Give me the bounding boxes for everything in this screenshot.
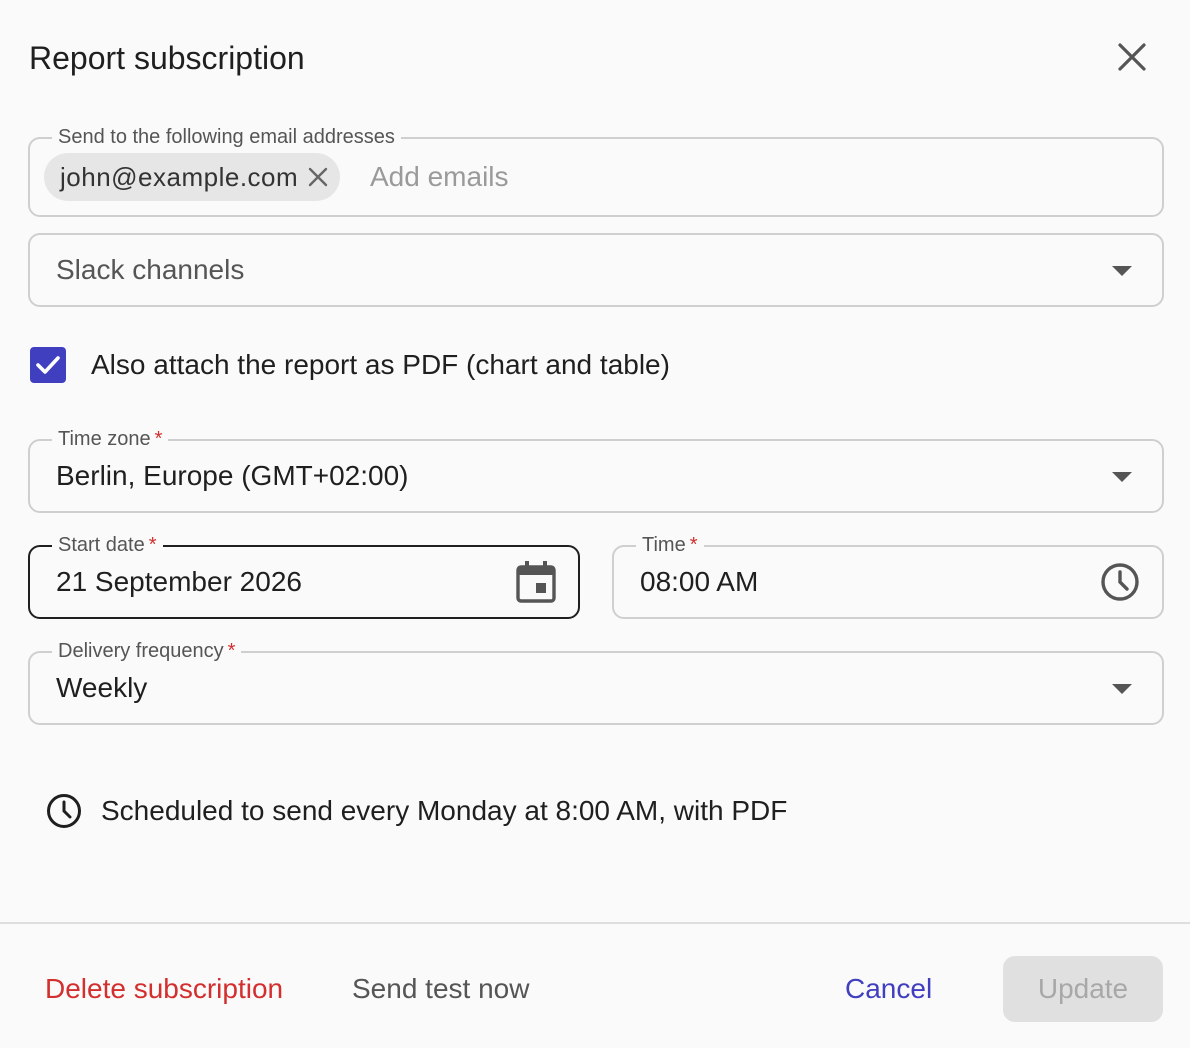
start-date-label: Start date * [52,533,163,557]
attach-pdf-checkbox[interactable] [30,347,66,383]
delivery-frequency-select[interactable]: Delivery frequency * Weekly [28,639,1164,725]
send-test-button[interactable]: Send test now [352,972,529,1006]
schedule-summary: Scheduled to send every Monday at 8:00 A… [101,795,788,826]
check-icon [36,356,60,374]
chevron-down-icon [1112,684,1132,694]
time-field[interactable]: Time * 08:00 AM [612,533,1164,619]
close-icon [1118,43,1146,71]
slack-channels-placeholder: Slack channels [56,254,245,285]
email-field[interactable]: Send to the following email addresses jo… [28,125,1164,217]
clock-icon[interactable] [1100,562,1140,602]
slack-channels-select[interactable]: Slack channels [28,233,1164,307]
delivery-frequency-value: Weekly [56,672,148,703]
chip-remove-button[interactable] [308,167,328,187]
dialog-title: Report subscription [29,40,305,76]
close-icon [308,167,328,187]
update-button[interactable]: Update [1003,956,1163,1022]
time-label: Time * [636,533,704,557]
clock-icon [47,794,81,828]
delivery-frequency-label: Delivery frequency * [52,639,242,663]
chevron-down-icon [1112,472,1132,482]
time-zone-label: Time zone * [52,427,169,451]
delete-subscription-button[interactable]: Delete subscription [45,972,283,1006]
email-chip[interactable]: john@example.com [44,153,341,201]
chevron-down-icon [1112,266,1132,276]
start-date-field[interactable]: Start date * 21 September 2026 [28,533,580,619]
attach-pdf-label[interactable]: Also attach the report as PDF (chart and… [91,348,670,382]
email-chip-text: john@example.com [60,161,299,192]
cancel-button[interactable]: Cancel [845,972,932,1006]
footer-divider [0,922,1190,924]
start-date-value: 21 September 2026 [56,566,302,597]
add-emails-input[interactable] [370,159,1070,195]
time-value: 08:00 AM [640,566,759,597]
time-zone-value: Berlin, Europe (GMT+02:00) [56,460,409,491]
close-button[interactable] [1112,37,1152,77]
calendar-icon[interactable] [516,561,556,603]
email-field-label: Send to the following email addresses [52,125,401,149]
time-zone-select[interactable]: Time zone * Berlin, Europe (GMT+02:00) [28,427,1164,513]
